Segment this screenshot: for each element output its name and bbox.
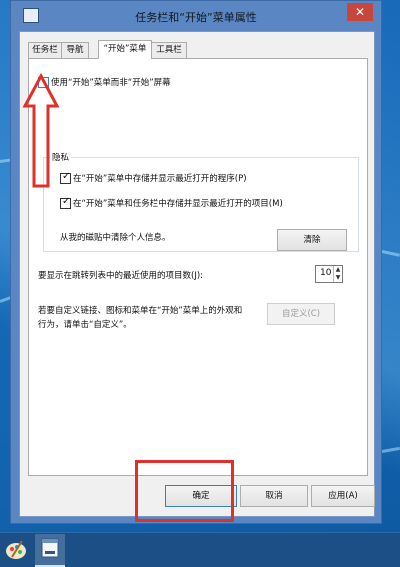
properties-window-icon xyxy=(41,538,59,558)
recent-programs-label[interactable]: 在“开始”菜单中存储并显示最近打开的程序(P) xyxy=(73,172,247,184)
annotation-up-arrow xyxy=(22,72,60,188)
taskbar xyxy=(0,532,400,567)
customize-button[interactable]: 自定义(C) xyxy=(267,303,335,325)
title-bar[interactable]: 任务栏和“开始”菜单属性 ✕ xyxy=(11,1,381,30)
cancel-button[interactable]: 取消 xyxy=(240,485,308,507)
customize-description-line1: 若要自定义链接、图标和菜单在“开始”菜单上的外观和 xyxy=(38,306,243,316)
apply-button[interactable]: 应用(A) xyxy=(311,485,375,507)
taskbar-properties-app[interactable] xyxy=(35,534,65,567)
tab-navigation[interactable]: 导航 xyxy=(61,42,89,59)
paint-app-icon[interactable] xyxy=(2,535,32,565)
customize-description-line2: 行为，请单击“自定义”。 xyxy=(38,320,132,330)
dialog-client-area: 任务栏 导航 “开始”菜单 工具栏 使用“开始”菜单而非“开始”屏幕 隐私 ✓ … xyxy=(19,31,375,517)
window-title: 任务栏和“开始”菜单属性 xyxy=(135,11,257,24)
spinner-up-icon[interactable]: ▲ xyxy=(334,266,342,274)
privacy-group: 隐私 ✓ 在“开始”菜单中存储并显示最近打开的程序(P) ✓ 在“开始”菜单和任… xyxy=(43,151,359,252)
tab-taskbar[interactable]: 任务栏 xyxy=(28,42,62,59)
recent-programs-checkbox[interactable]: ✓ xyxy=(60,171,71,184)
light-streak xyxy=(381,446,400,453)
tab-toolbars[interactable]: 工具栏 xyxy=(151,42,187,59)
jumplist-count-spinner[interactable]: 10 ▲ ▼ xyxy=(315,265,343,283)
jumplist-count-label: 要显示在跳转列表中的最近使用的项目数(J): xyxy=(38,271,204,281)
close-button[interactable]: ✕ xyxy=(347,3,373,21)
jumplist-count-value[interactable]: 10 xyxy=(320,268,331,278)
tab-start-menu[interactable]: “开始”菜单 xyxy=(98,40,152,59)
checkmark-icon: ✓ xyxy=(62,196,71,207)
light-streak xyxy=(381,250,400,257)
clear-tiles-label: 从我的磁贴中清除个人信息。 xyxy=(60,233,171,243)
checkmark-icon: ✓ xyxy=(62,171,71,182)
recent-items-label[interactable]: 在“开始”菜单和任务栏中存储并显示最近打开的项目(M) xyxy=(73,197,283,209)
annotation-ok-highlight xyxy=(135,460,234,522)
properties-dialog: 任务栏和“开始”菜单属性 ✕ 任务栏 导航 “开始”菜单 工具栏 使用“开始”菜… xyxy=(10,0,382,524)
start-menu-tab-panel: 使用“开始”菜单而非“开始”屏幕 隐私 ✓ 在“开始”菜单中存储并显示最近打开的… xyxy=(28,58,368,476)
start-menu-checkbox-label[interactable]: 使用“开始”菜单而非“开始”屏幕 xyxy=(51,76,171,88)
spinner-arrows[interactable]: ▲ ▼ xyxy=(333,266,342,282)
spinner-down-icon[interactable]: ▼ xyxy=(334,274,342,282)
recent-items-checkbox[interactable]: ✓ xyxy=(60,196,71,209)
clear-button[interactable]: 清除 xyxy=(277,229,347,251)
